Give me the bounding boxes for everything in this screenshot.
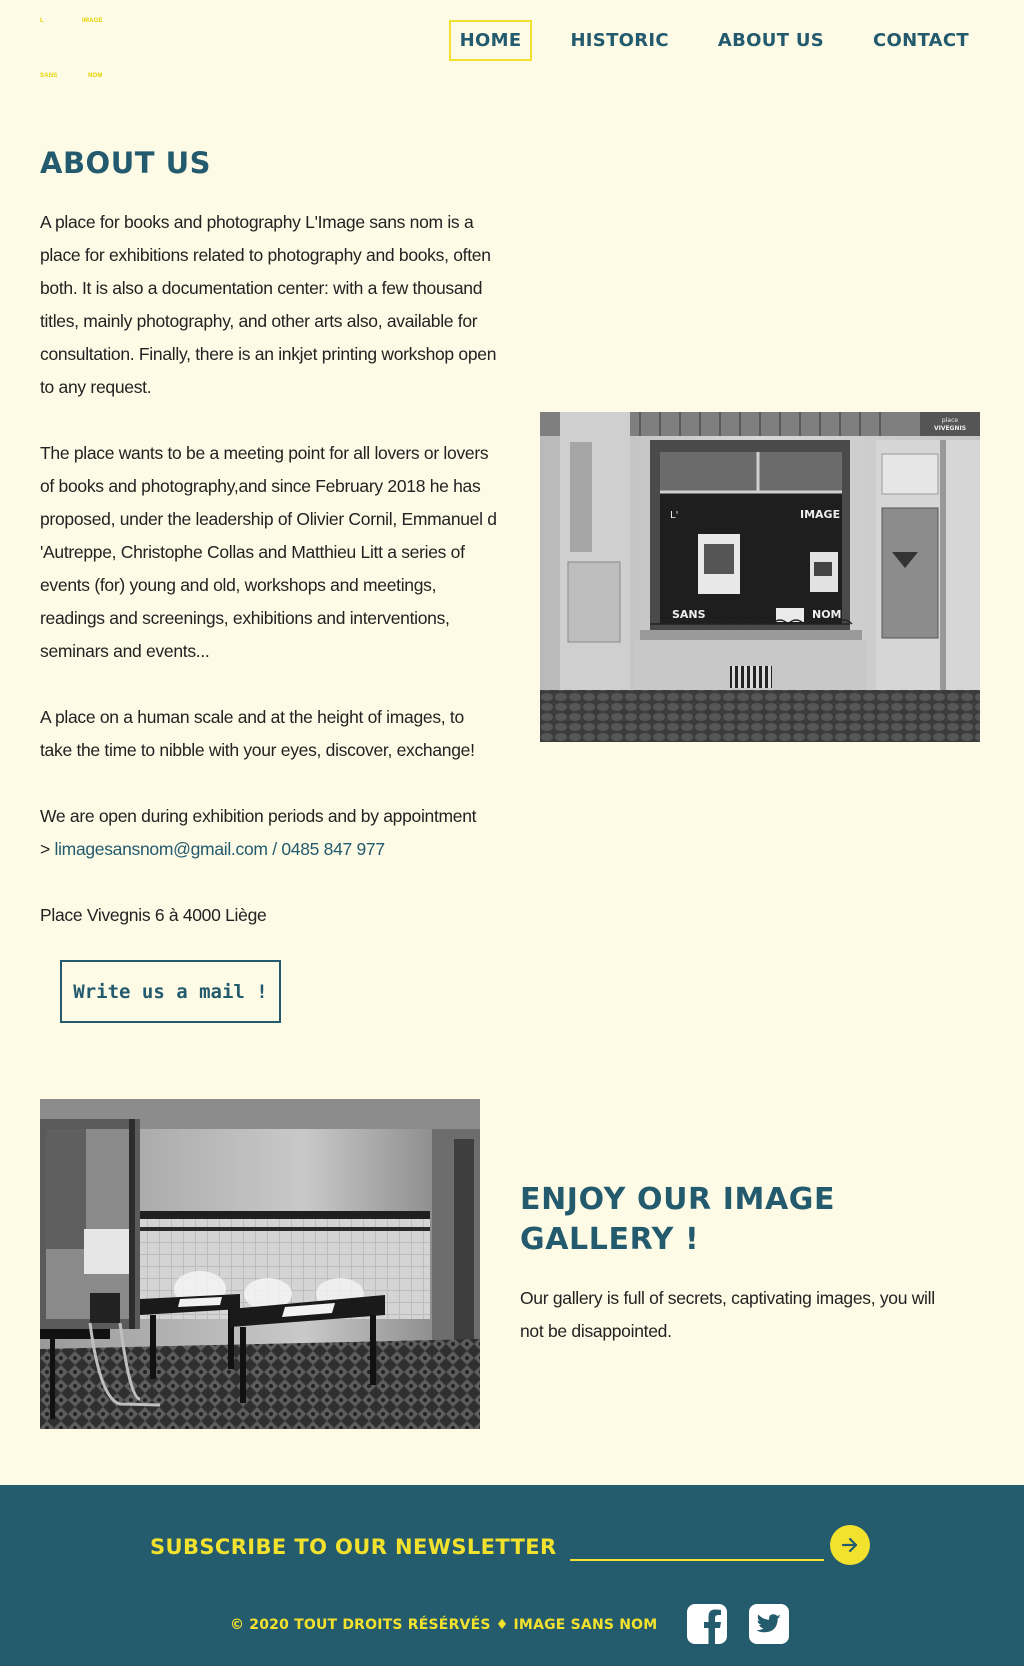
newsletter-submit-button[interactable] xyxy=(830,1525,870,1565)
copyright-text: © 2020 TOUT DROITS RÉSÉRVÉS ♦ IMAGE SANS… xyxy=(230,1617,658,1633)
gallery-photo xyxy=(40,1099,480,1429)
facebook-link[interactable] xyxy=(686,1603,728,1645)
logo-text-image: IMAGE xyxy=(82,18,103,24)
arrow-right-icon xyxy=(841,1537,858,1553)
email-link[interactable]: limagesansnom@gmail.com xyxy=(54,839,267,859)
storefront-illustration: L' IMAGE SANS NOM place VIVEGNIS xyxy=(540,412,980,742)
twitter-icon xyxy=(749,1604,789,1644)
phone-link[interactable]: 0485 847 977 xyxy=(281,839,385,859)
address-text: Place Vivegnis 6 à 4000 Liège xyxy=(40,905,267,925)
about-paragraph-2: The place wants to be a meeting point fo… xyxy=(40,443,497,661)
site-footer: SUBSCRIBE TO OUR NEWSLETTER © 2020 TOUT … xyxy=(0,1485,1024,1666)
street-sign-line-1: place xyxy=(942,417,958,424)
logo-text-sans: SANS xyxy=(40,73,58,79)
contact-separator: / xyxy=(267,839,282,859)
nav-contact[interactable]: CONTACT xyxy=(862,20,980,61)
about-paragraph-4: We are open during exhibition periods an… xyxy=(40,800,500,866)
facebook-icon xyxy=(687,1604,727,1644)
window-text-nom: NOM xyxy=(812,608,842,621)
logo-text-nom: NOM xyxy=(88,73,103,79)
nav-home[interactable]: HOME xyxy=(448,20,533,61)
about-title: ABOUT US xyxy=(40,146,212,180)
opening-hours-text: We are open during exhibition periods an… xyxy=(40,806,477,826)
about-paragraph-1: A place for books and photography L'Imag… xyxy=(40,212,497,397)
window-text-sans: SANS xyxy=(672,608,706,621)
newsletter-label: SUBSCRIBE TO OUR NEWSLETTER xyxy=(150,1535,557,1559)
contact-prefix: > xyxy=(40,839,55,859)
site-header: L IMAGE SANS NOM HOME HISTORIC ABOUT US … xyxy=(0,0,1024,100)
newsletter-email-input[interactable] xyxy=(570,1527,824,1561)
window-text-image: IMAGE xyxy=(800,508,840,521)
gallery-illustration xyxy=(40,1099,480,1429)
about-paragraph-3: A place on a human scale and at the heig… xyxy=(40,707,475,760)
write-mail-button[interactable]: Write us a mail ! xyxy=(60,960,281,1023)
twitter-link[interactable] xyxy=(748,1603,790,1645)
logo-text-l: L xyxy=(40,18,44,24)
site-logo[interactable]: L IMAGE SANS NOM xyxy=(40,18,110,82)
nav-about-us[interactable]: ABOUT US xyxy=(707,20,835,61)
storefront-photo: L' IMAGE SANS NOM place VIVEGNIS xyxy=(540,412,980,742)
gallery-text: Our gallery is full of secrets, captivat… xyxy=(520,1288,935,1341)
main-nav: HOME HISTORIC ABOUT US CONTACT xyxy=(448,20,980,61)
about-text: A place for books and photography L'Imag… xyxy=(40,206,500,965)
street-sign-line-2: VIVEGNIS xyxy=(934,425,966,432)
window-text-l: L' xyxy=(670,510,678,521)
gallery-title: ENJOY OUR IMAGE GALLERY ! xyxy=(520,1182,836,1257)
nav-historic[interactable]: HISTORIC xyxy=(559,20,679,61)
